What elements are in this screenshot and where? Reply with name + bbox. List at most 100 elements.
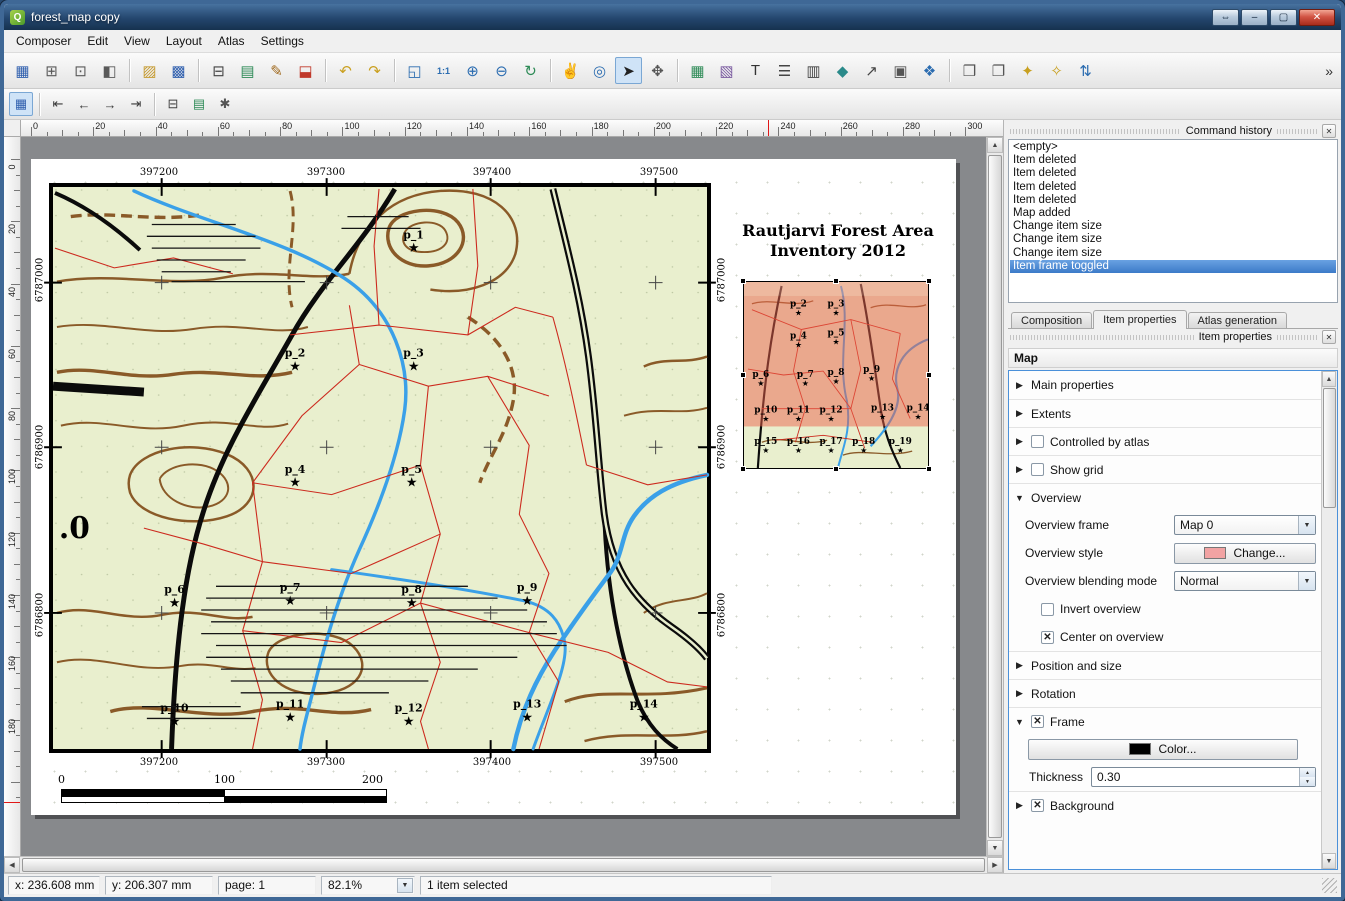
section-rotation[interactable]: ▶ Rotation	[1009, 679, 1321, 707]
new-composition-icon[interactable]: ⊞	[38, 57, 65, 84]
section-position-and-size[interactable]: ▶ Position and size	[1009, 651, 1321, 679]
pan-icon[interactable]: ✌	[557, 57, 584, 84]
export-image-icon[interactable]: ▤	[234, 57, 261, 84]
command-history-item[interactable]: Item deleted	[1010, 194, 1336, 207]
close-icon[interactable]: ✕	[1322, 330, 1336, 344]
add-image-icon[interactable]: ▧	[713, 57, 740, 84]
controlled-by-atlas-checkbox[interactable]	[1031, 435, 1044, 448]
section-background[interactable]: ▶ ✕ Background	[1009, 791, 1321, 819]
background-checkbox[interactable]: ✕	[1031, 799, 1044, 812]
move-item-content-icon[interactable]: ✥	[644, 57, 671, 84]
duplicate-composition-icon[interactable]: ⊡	[67, 57, 94, 84]
map-item[interactable]: .0 p_1★p_2★p_3★p_4★p_5★p_6★p_7★p_8★p_9★p…	[49, 183, 711, 753]
overview-map-item[interactable]: p_2★p_3★p_4★p_5★p_6★p_7★p_8★p_9★p_10★p_1…	[743, 281, 929, 469]
toolbar-overflow-button[interactable]: »	[1321, 63, 1337, 79]
add-scalebar-icon[interactable]: ▥	[800, 57, 827, 84]
scroll-left-icon[interactable]: ◀	[4, 857, 20, 873]
menu-layout[interactable]: Layout	[158, 31, 210, 51]
tab-atlas-generation[interactable]: Atlas generation	[1188, 312, 1288, 328]
menu-view[interactable]: View	[116, 31, 158, 51]
canvas-horizontal-scrollbar[interactable]: ◀ ▶	[4, 856, 1003, 873]
maximize-button[interactable]: ▢	[1270, 9, 1297, 26]
atlas-preview-icon[interactable]: ▦	[9, 92, 33, 116]
zoom-actual-icon[interactable]: 1:1	[430, 57, 457, 84]
scroll-down-icon[interactable]: ▼	[1322, 853, 1336, 869]
select-move-item-icon[interactable]: ➤	[615, 57, 642, 84]
add-attribute-table-icon[interactable]: ▣	[887, 57, 914, 84]
section-frame[interactable]: ▼ ✕ Frame	[1009, 707, 1321, 735]
lock-items-icon[interactable]: ✦	[1014, 57, 1041, 84]
zoom-full-icon[interactable]: ◱	[401, 57, 428, 84]
selection-handle[interactable]	[833, 466, 839, 472]
scrollbar-thumb[interactable]	[1323, 388, 1336, 508]
chevron-down-icon[interactable]: ▼	[397, 878, 413, 893]
tab-composition[interactable]: Composition	[1011, 312, 1092, 328]
overview-style-change-button[interactable]: Change...	[1174, 543, 1316, 564]
undo-icon[interactable]: ↶	[332, 57, 359, 84]
invert-overview-checkbox[interactable]	[1041, 603, 1054, 616]
selection-handle[interactable]	[833, 278, 839, 284]
export-pdf-icon[interactable]: ⬓	[292, 57, 319, 84]
section-controlled-by-atlas[interactable]: ▶ Controlled by atlas	[1009, 427, 1321, 455]
section-extents[interactable]: ▶ Extents	[1009, 399, 1321, 427]
command-history-item[interactable]: Item deleted	[1010, 181, 1336, 194]
command-history-item[interactable]: Item frame toggled	[1010, 260, 1336, 273]
scroll-down-icon[interactable]: ▼	[987, 840, 1003, 856]
show-grid-checkbox[interactable]	[1031, 463, 1044, 476]
command-history-item[interactable]: Map added	[1010, 207, 1336, 220]
atlas-first-feature-icon[interactable]: ⇤	[46, 92, 70, 116]
scrollbar-thumb[interactable]	[22, 858, 985, 872]
selection-handle[interactable]	[740, 278, 746, 284]
spin-up-icon[interactable]: ▲	[1300, 768, 1315, 777]
save-as-template-icon[interactable]: ▩	[165, 57, 192, 84]
minimize-button[interactable]: –	[1241, 9, 1268, 26]
align-items-icon[interactable]: ⇅	[1072, 57, 1099, 84]
add-html-icon[interactable]: ❖	[916, 57, 943, 84]
menu-atlas[interactable]: Atlas	[210, 31, 253, 51]
command-history-item[interactable]: Change item size	[1010, 220, 1336, 233]
map-title-label[interactable]: Rautjarvi Forest Area Inventory 2012	[738, 221, 938, 261]
menu-edit[interactable]: Edit	[79, 31, 116, 51]
zoom-out-icon[interactable]: ⊖	[488, 57, 515, 84]
command-history-dock-title[interactable]: Command history ✕	[1008, 123, 1338, 139]
panel-vertical-scrollbar[interactable]: ▲ ▼	[1321, 371, 1337, 869]
selection-handle[interactable]	[926, 372, 932, 378]
selection-handle[interactable]	[740, 466, 746, 472]
command-history-item[interactable]: Change item size	[1010, 233, 1336, 246]
add-label-icon[interactable]: T	[742, 57, 769, 84]
export-svg-icon[interactable]: ✎	[263, 57, 290, 84]
add-shape-icon[interactable]: ◆	[829, 57, 856, 84]
command-history-item[interactable]: Item deleted	[1010, 154, 1336, 167]
print-icon[interactable]: ⊟	[205, 57, 232, 84]
add-arrow-icon[interactable]: ↗	[858, 57, 885, 84]
thickness-spinbox[interactable]: 0.30 ▲ ▼	[1091, 767, 1316, 787]
refresh-view-icon[interactable]: ↻	[517, 57, 544, 84]
section-main-properties[interactable]: ▶ Main properties	[1009, 371, 1321, 399]
canvas-vertical-scrollbar[interactable]: ▲ ▼	[986, 137, 1003, 856]
center-on-overview-checkbox[interactable]: ✕	[1041, 631, 1054, 644]
add-new-map-icon[interactable]: ▦	[684, 57, 711, 84]
chevron-down-icon[interactable]: ▼	[1298, 572, 1315, 590]
title-bar[interactable]: Q forest_map copy ⇔–▢✕	[4, 4, 1341, 30]
menu-composer[interactable]: Composer	[8, 31, 79, 51]
overview-blend-combobox[interactable]: Normal ▼	[1174, 571, 1316, 591]
overview-frame-combobox[interactable]: Map 0 ▼	[1174, 515, 1316, 535]
atlas-next-feature-icon[interactable]: →	[98, 92, 122, 116]
zoom-combobox[interactable]: 82.1% ▼	[321, 876, 415, 895]
zoom-in-icon[interactable]: ⊕	[459, 57, 486, 84]
ungroup-items-icon[interactable]: ❐	[985, 57, 1012, 84]
export-atlas-icon[interactable]: ▤	[187, 92, 211, 116]
composition-manager-icon[interactable]: ◧	[96, 57, 123, 84]
atlas-last-feature-icon[interactable]: ⇥	[124, 92, 148, 116]
item-properties-dock-title[interactable]: Item properties ✕	[1008, 329, 1338, 345]
section-show-grid[interactable]: ▶ Show grid	[1009, 455, 1321, 483]
command-history-item[interactable]: Change item size	[1010, 247, 1336, 260]
command-history-item[interactable]: <empty>	[1010, 141, 1336, 154]
frame-color-button[interactable]: Color...	[1028, 739, 1298, 760]
section-overview[interactable]: ▼ Overview	[1009, 483, 1321, 511]
chevron-down-icon[interactable]: ▼	[1298, 516, 1315, 534]
selection-handle[interactable]	[740, 372, 746, 378]
unlock-items-icon[interactable]: ✧	[1043, 57, 1070, 84]
atlas-previous-feature-icon[interactable]: ←	[72, 92, 96, 116]
command-history-item[interactable]: Item deleted	[1010, 167, 1336, 180]
